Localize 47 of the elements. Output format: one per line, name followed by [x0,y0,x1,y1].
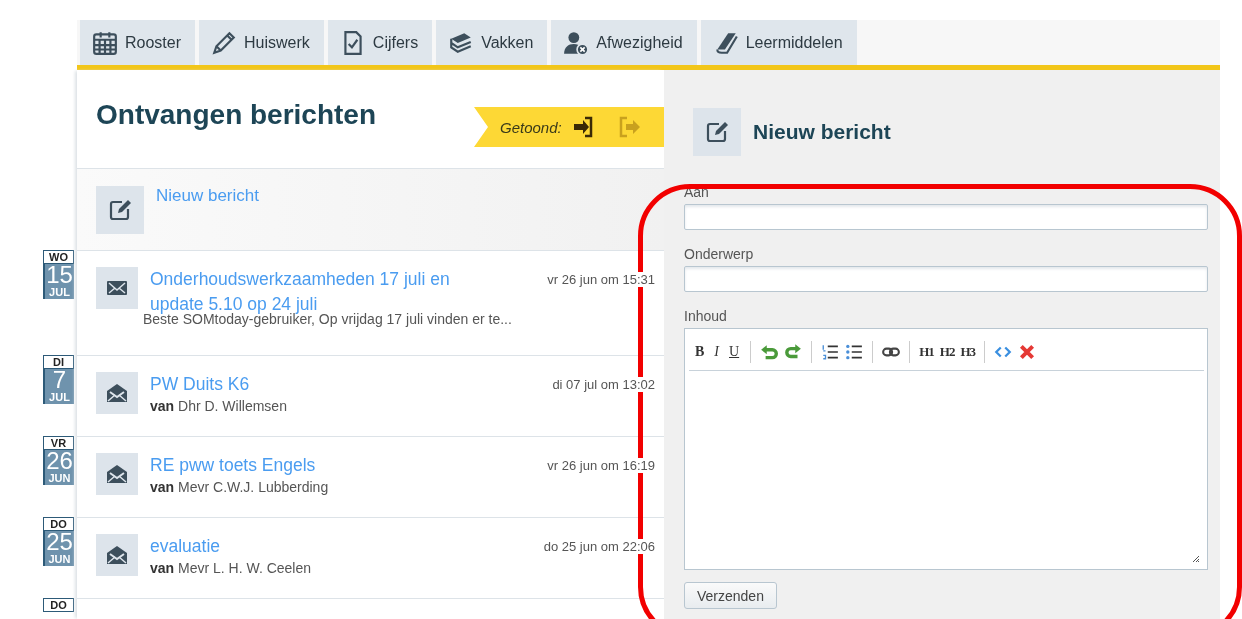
compose-icon[interactable] [96,185,144,234]
message-date: di 07 jul om 13:02 [552,377,655,392]
compose-title: Nieuw bericht [753,120,891,144]
date-badge: DI 7 JUL [43,355,74,404]
subject-field[interactable] [684,266,1208,292]
send-button[interactable]: Verzenden [684,582,777,609]
nav-tab[interactable]: Vakken [436,20,548,65]
field-label: Inhoud [684,308,728,324]
format-button[interactable]: B [692,343,708,360]
date-badge: DO 25 JUN [43,517,74,566]
heading-button[interactable]: H2 [938,343,956,360]
open-envelope-icon[interactable] [96,372,138,414]
nav-tab[interactable]: Rooster [80,20,196,65]
resize-grip-icon[interactable] [1192,555,1200,563]
message-date: vr 26 jun om 15:31 [547,272,655,287]
open-envelope-icon[interactable] [96,534,138,576]
date-badge: VR 26 JUN [43,436,74,485]
shown-label: Getoond: [500,118,562,136]
message-date: vr 26 jun om 16:19 [547,458,655,473]
format-button[interactable]: I [711,343,722,360]
nav-tab[interactable]: Cijfers [327,20,433,65]
recipient-field[interactable] [684,204,1208,230]
redo-arrow-icon[interactable] [783,342,804,361]
compose-icon [693,108,741,156]
person-remove-icon [563,29,590,56]
format-button[interactable]: U [726,343,743,360]
pencil-icon [211,29,238,56]
sender-line: van Mevr L. H. W. Ceelen [150,560,313,576]
remove-icon[interactable] [1017,342,1037,361]
nav-tab[interactable]: Leermiddelen [700,20,857,65]
bullet-list-icon[interactable] [844,342,865,361]
message-date: do 25 jun om 22:06 [543,539,655,554]
calendar-icon [92,29,118,56]
field-label: Onderwerp [684,246,755,262]
sender-line: van Dhr D. Willemsen [150,398,288,414]
nav-tab[interactable]: Huiswerk [199,20,324,65]
envelope-icon[interactable] [96,267,138,309]
nav-tab[interactable]: Afwezigheid [551,20,697,65]
undo-arrow-icon[interactable] [759,342,780,361]
sender-line: van Mevr C.W.J. Lubberding [150,479,330,495]
date-badge: DO [43,598,74,612]
numbered-list-icon[interactable] [820,342,841,361]
heading-button[interactable]: H1 [918,343,935,360]
open-envelope-icon[interactable] [96,453,138,495]
date-badge: WO 15 JUL [43,250,74,299]
heading-button[interactable]: H3 [959,343,976,360]
inbox-title: Ontvangen berichten [96,99,377,131]
